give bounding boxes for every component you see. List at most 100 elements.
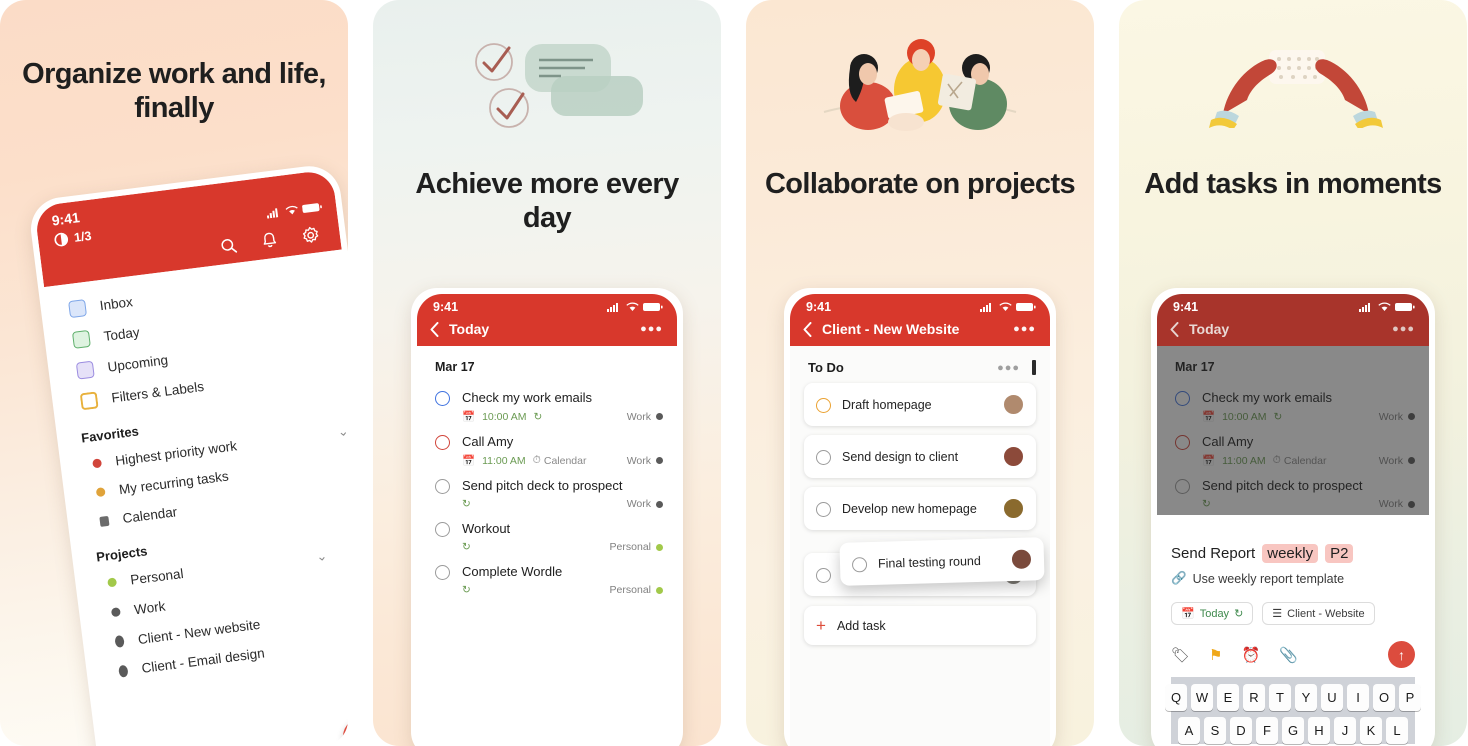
chevron-left-icon[interactable] [1170, 321, 1179, 337]
avatar[interactable] [1010, 548, 1033, 571]
avatar[interactable] [1003, 394, 1024, 415]
key-l[interactable]: L [1386, 717, 1408, 744]
key-q[interactable]: Q [1165, 684, 1187, 711]
quick-add-description-row[interactable]: 🔗 Use weekly report template [1171, 571, 1415, 586]
nav-title: Client - New Website [822, 321, 960, 337]
task-checkbox-icon[interactable] [816, 568, 831, 583]
overflow-menu-icon[interactable]: ●●● [640, 323, 663, 335]
sidebar-item-label: Today [102, 324, 141, 344]
send-button[interactable]: ↑ [1388, 641, 1415, 668]
key-u[interactable]: U [1321, 684, 1343, 711]
task-row[interactable]: Send pitch deck to prospect ↻ Work [417, 472, 677, 515]
task-row[interactable]: Complete Wordle ↻ Personal [417, 558, 677, 601]
flag-icon[interactable]: ⚑ [1209, 646, 1222, 664]
status-indicators [1359, 302, 1415, 312]
reminder-icon[interactable]: ⏰ [1242, 646, 1261, 664]
screenshot-gallery: Organize work and life, finally 9:41 1/3… [0, 0, 1468, 746]
key-d[interactable]: D [1230, 717, 1252, 744]
wifi-icon [1378, 302, 1391, 311]
task-checkbox-icon[interactable] [816, 450, 831, 465]
key-g[interactable]: G [1282, 717, 1304, 744]
key-i[interactable]: I [1347, 684, 1369, 711]
due-date-pill[interactable]: 📅 Today ↻ [1171, 602, 1254, 625]
avatar[interactable] [1003, 446, 1024, 467]
list-icon: ☰ [1272, 608, 1283, 620]
chevron-down-icon[interactable]: ⌄ [315, 547, 328, 564]
bell-icon[interactable] [260, 230, 279, 250]
key-j[interactable]: J [1334, 717, 1356, 744]
task-meta: ↻ Work [462, 498, 663, 510]
section-overflow-icon[interactable]: ●●● [997, 362, 1020, 374]
nav-title: Today [449, 321, 490, 337]
task-row[interactable]: Call Amy 📅 11:00 AM ⏱ Calendar Work [417, 428, 677, 472]
quick-add-title: Send Report [1171, 545, 1256, 562]
attachment-icon[interactable]: 📎 [1279, 646, 1298, 664]
board-card[interactable]: Send design to client [804, 435, 1036, 478]
hands-typing-illustration [1209, 50, 1383, 128]
task-checkbox-icon[interactable] [816, 502, 831, 517]
board-card-dragging[interactable]: Final testing round [839, 537, 1045, 586]
day-label: Mar 17 [435, 360, 475, 374]
task-body: Call Amy 📅 11:00 AM ⏱ Calendar Work [462, 433, 663, 467]
task-project-label: Work [626, 410, 651, 423]
task-checkbox-icon[interactable] [435, 565, 450, 580]
task-title: Send pitch deck to prospect [462, 478, 623, 493]
key-a[interactable]: A [1178, 717, 1200, 744]
task-checkbox-icon[interactable] [435, 435, 450, 450]
key-k[interactable]: K [1360, 717, 1382, 744]
task-row[interactable]: Check my work emails 📅 10:00 AM ↻ Work [417, 384, 677, 428]
task-checkbox-icon[interactable] [435, 479, 450, 494]
task-row[interactable]: Workout ↻ Personal [417, 515, 677, 558]
project-dot-icon [656, 500, 663, 508]
task-checkbox-icon[interactable] [435, 522, 450, 537]
key-s[interactable]: S [1204, 717, 1226, 744]
avatar[interactable] [1003, 498, 1024, 519]
key-e[interactable]: E [1217, 684, 1239, 711]
board-card[interactable]: Develop new homepage [804, 487, 1036, 530]
phone-mockup-today: 9:41 Today ●●● Mar 17 Check my work emai… [411, 288, 683, 746]
key-o[interactable]: O [1373, 684, 1395, 711]
key-t[interactable]: T [1269, 684, 1291, 711]
task-title: Complete Wordle [462, 564, 563, 579]
task-checkbox-icon[interactable] [851, 557, 868, 573]
key-y[interactable]: Y [1295, 684, 1317, 711]
modal-scrim[interactable] [1157, 346, 1429, 515]
task-checkbox-icon[interactable] [435, 391, 450, 406]
quick-add-title-row[interactable]: Send Report weekly P2 [1171, 544, 1415, 563]
sidebar-item-label: Upcoming [106, 352, 169, 375]
chevron-left-icon[interactable] [803, 321, 812, 337]
karma-icon [54, 232, 69, 247]
key-w[interactable]: W [1191, 684, 1213, 711]
status-bar: 9:41 [790, 294, 1050, 317]
status-bar: 9:41 [1157, 294, 1429, 317]
label-icon[interactable]: 🏷 [1171, 646, 1190, 664]
board-card[interactable]: Draft homepage [804, 383, 1036, 426]
task-body: Complete Wordle ↻ Personal [462, 563, 663, 596]
chevron-down-icon[interactable]: ⌄ [337, 423, 348, 440]
overflow-menu-icon[interactable]: ●●● [1392, 323, 1415, 335]
project-pill[interactable]: ☰ Client - Website [1262, 602, 1375, 625]
recurring-icon: ↻ [462, 498, 471, 510]
cellular-icon [607, 303, 618, 312]
task-checkbox-icon[interactable] [816, 398, 831, 413]
key-h[interactable]: H [1308, 717, 1330, 744]
task-time: 11:00 AM [482, 454, 526, 467]
task-meta: ↻ Personal [462, 584, 663, 596]
key-p[interactable]: P [1399, 684, 1421, 711]
task-body: Workout ↻ Personal [462, 520, 663, 553]
panel-achieve: Achieve more every day 9:41 Today ●●● Ma… [373, 0, 721, 746]
inbox-icon [68, 299, 88, 319]
project-dot-icon [656, 586, 663, 594]
search-icon[interactable] [219, 236, 238, 255]
headline-organize: Organize work and life, finally [22, 58, 326, 124]
calendar-icon: 📅 [462, 455, 476, 467]
gear-icon[interactable] [301, 225, 321, 245]
key-r[interactable]: R [1243, 684, 1265, 711]
overflow-menu-icon[interactable]: ●●● [1013, 323, 1036, 335]
add-task-card[interactable]: + Add task [804, 606, 1036, 645]
project-dot-icon [656, 457, 663, 464]
key-f[interactable]: F [1256, 717, 1278, 744]
chevron-left-icon[interactable] [430, 321, 439, 337]
status-indicators [980, 302, 1036, 312]
add-task-fab[interactable]: + [340, 715, 348, 746]
